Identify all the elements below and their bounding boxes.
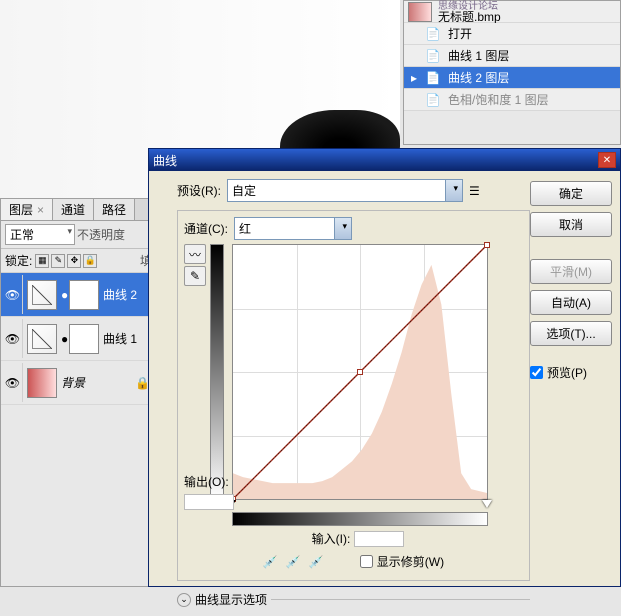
white-point-slider[interactable]	[482, 500, 492, 508]
auto-button[interactable]: 自动(A)	[530, 290, 612, 315]
expand-chevron-icon[interactable]: ⌄	[177, 593, 191, 607]
adjustment-thumb[interactable]	[27, 280, 57, 310]
history-step-open[interactable]: 📄 打开	[404, 23, 620, 45]
divider	[271, 599, 530, 600]
layer-mask-thumb[interactable]	[69, 324, 99, 354]
layer-curves-2[interactable]: 👁 ● 曲线 2	[1, 273, 156, 317]
dialog-title: 曲线	[153, 152, 177, 169]
layer-mask-thumb[interactable]	[69, 280, 99, 310]
tab-channels[interactable]: 通道	[53, 199, 94, 220]
lock-label: 锁定:	[5, 252, 32, 269]
preset-label: 预设(R):	[177, 182, 221, 199]
input-gradient	[232, 512, 488, 526]
curve-point-tool[interactable]: 〰	[184, 244, 206, 264]
smooth-button[interactable]: 平滑(M)	[530, 259, 612, 284]
history-step-curves1[interactable]: 📄 曲线 1 图层	[404, 45, 620, 67]
channel-select[interactable]: 红▾	[234, 217, 352, 240]
curves-dialog: 曲线 ✕ 预设(R): 自定▾ ☰ 通道(C): 红▾	[148, 148, 621, 587]
eyedropper-white-icon[interactable]: 💉	[309, 555, 324, 569]
history-step-label: 曲线 1 图层	[448, 47, 509, 64]
tab-layers[interactable]: 图层×	[1, 199, 53, 220]
preset-select[interactable]: 自定▾	[227, 179, 463, 202]
layer-name: 曲线 1	[103, 330, 137, 347]
show-clipping-label: 显示修剪(W)	[377, 553, 444, 570]
visibility-toggle[interactable]: 👁	[3, 363, 23, 402]
lock-transparency-icon[interactable]: ▦	[35, 254, 49, 268]
layer-thumb[interactable]	[27, 368, 57, 398]
layer-icon: 📄	[424, 91, 442, 109]
layer-name: 曲线 2	[103, 286, 137, 303]
lock-icons: ▦ ✎ ✥ 🔒	[35, 254, 97, 268]
ok-button[interactable]: 确定	[530, 181, 612, 206]
options-button[interactable]: 选项(T)...	[530, 321, 612, 346]
show-clipping-checkbox[interactable]	[360, 555, 373, 568]
history-panel: 思缘设计论坛 无标题.bmp 📄 打开 📄 曲线 1 图层 ▸ 📄 曲线 2 图…	[403, 0, 621, 145]
channel-label: 通道(C):	[184, 220, 228, 237]
layer-curves-1[interactable]: 👁 ● 曲线 1	[1, 317, 156, 361]
curve-anchor-white[interactable]	[484, 242, 490, 248]
input-label: 输入(I):	[312, 530, 351, 547]
output-gradient	[210, 244, 224, 500]
adjustment-thumb[interactable]	[27, 324, 57, 354]
eyedropper-black-icon[interactable]: 💉	[263, 555, 278, 569]
lock-all-icon[interactable]: 🔒	[83, 254, 97, 268]
layer-name: 背景	[61, 374, 85, 391]
document-name: 无标题.bmp	[438, 12, 501, 22]
history-step-huesat[interactable]: 📄 色相/饱和度 1 图层	[404, 89, 620, 111]
opacity-label: 不透明度	[77, 226, 125, 243]
history-step-label: 色相/饱和度 1 图层	[448, 91, 549, 108]
history-step-curves2[interactable]: ▸ 📄 曲线 2 图层	[404, 67, 620, 89]
history-current-marker: ▸	[406, 71, 422, 85]
history-step-label: 打开	[448, 25, 472, 42]
curve-anchor-mid[interactable]	[357, 369, 363, 375]
eyedropper-gray-icon[interactable]: 💉	[286, 555, 301, 569]
close-icon[interactable]: ×	[37, 203, 44, 217]
layer-icon: 📄	[424, 47, 442, 65]
layer-background[interactable]: 👁 背景 🔒	[1, 361, 156, 405]
tab-paths[interactable]: 路径	[94, 199, 135, 220]
lock-position-icon[interactable]: ✥	[67, 254, 81, 268]
layers-panel: 图层× 通道 路径 正常 不透明度 锁定: ▦ ✎ ✥ 🔒 填 👁 ● 曲线 2…	[0, 198, 156, 587]
layers-blend-row: 正常 不透明度	[1, 221, 156, 249]
visibility-toggle[interactable]: 👁	[3, 319, 23, 358]
preview-label: 预览(P)	[547, 364, 587, 381]
lock-pixels-icon[interactable]: ✎	[51, 254, 65, 268]
preset-menu-icon[interactable]: ☰	[469, 184, 480, 198]
history-document-row[interactable]: 思缘设计论坛 无标题.bmp	[404, 1, 620, 23]
layer-icon: 📄	[424, 69, 442, 87]
document-thumb	[408, 2, 432, 22]
dialog-titlebar[interactable]: 曲线 ✕	[149, 149, 620, 171]
cancel-button[interactable]: 取消	[530, 212, 612, 237]
panel-tabs: 图层× 通道 路径	[1, 199, 156, 221]
curve-grid[interactable]	[232, 244, 488, 500]
visibility-toggle[interactable]: 👁	[3, 275, 23, 314]
open-icon: 📄	[424, 25, 442, 43]
preview-checkbox[interactable]	[530, 366, 543, 379]
history-step-label: 曲线 2 图层	[448, 69, 509, 86]
blend-mode-select[interactable]: 正常	[5, 224, 75, 245]
input-value-field[interactable]	[354, 531, 404, 547]
curve-display-options-label: 曲线显示选项	[195, 591, 267, 608]
output-value-field[interactable]	[184, 494, 234, 510]
close-button[interactable]: ✕	[598, 152, 616, 168]
curve-pencil-tool[interactable]: ✎	[184, 266, 206, 286]
layers-lock-row: 锁定: ▦ ✎ ✥ 🔒 填	[1, 249, 156, 273]
output-label: 输出(O):	[184, 473, 229, 490]
